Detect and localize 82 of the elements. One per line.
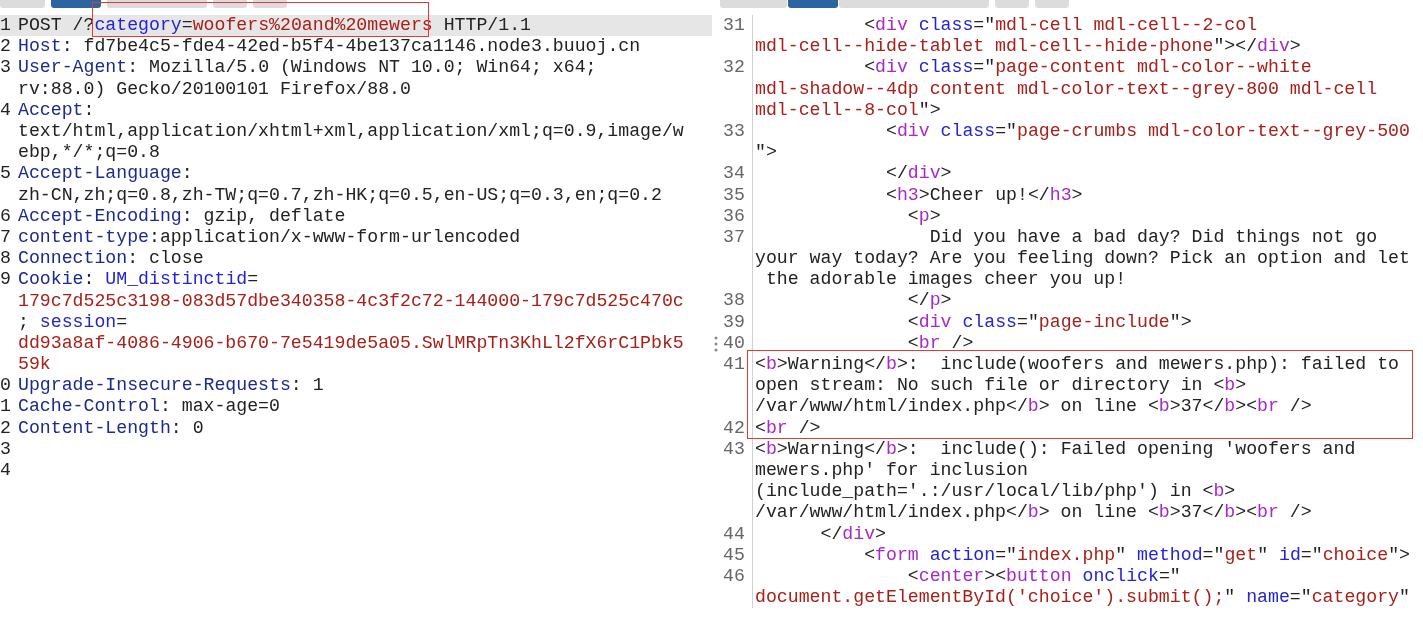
code-line: content-type:application/x-www-form-urlencoded	[18, 226, 521, 249]
code-line: <h3>Cheer up!</h3>	[884, 184, 1083, 206]
line-number: 37	[723, 226, 745, 247]
line-number: 43	[723, 438, 745, 459]
code-line: <div class="page-include">	[906, 311, 1192, 333]
line-number: 4	[0, 460, 11, 481]
code-line: </div>	[819, 523, 886, 545]
line-number: 33	[723, 120, 745, 141]
line-number: 38	[723, 290, 745, 311]
code-line: <b>Warning</b>: include(): Failed opening 'woofers and	[755, 438, 1356, 461]
line-number: 8	[0, 248, 11, 269]
code-line: Did you have a bad day? Did things not go	[928, 226, 1378, 249]
tab[interactable]	[51, 0, 101, 8]
code-line: 179c7d525c3198-083d57dbe340358-4c3f2c72-144000-179c7d525c470c	[18, 290, 684, 312]
code-line: mdl-cell--hide-tablet mdl-cell--hide-phone"></div>	[755, 36, 1301, 58]
code-line: dd93a8af-4086-4906-b670-7e5419de5a05.SwlMRpTn3KhLl2fX6rC1Pbk5	[18, 332, 684, 355]
line-number: 1	[0, 396, 11, 417]
code-line: Cookie: UM_distinctid=	[18, 269, 259, 291]
code-line: </div>	[884, 163, 952, 185]
code-line: /var/www/html/index.php</b> on line <b>37</b><br />	[755, 502, 1312, 524]
line-number: 9	[0, 269, 11, 290]
line-number: 2	[0, 36, 11, 57]
code-line: <div class="page-crumbs mdl-color-text--grey-500	[884, 120, 1410, 143]
line-number: 3	[0, 57, 11, 78]
line-number: 32	[723, 57, 745, 78]
code-line: (include_path='.:/usr/local/lib/php') in <b>	[755, 481, 1236, 503]
line-number: 42	[723, 417, 745, 438]
code-line: ; session=	[18, 311, 128, 333]
code-line: User-Agent: Mozilla/5.0 (Windows NT 10.0; Win64; x64;	[18, 57, 597, 79]
line-number: 39	[723, 311, 745, 332]
code-line: open stream: No such file or directory in <b>	[755, 375, 1247, 397]
line-number: 31	[723, 15, 745, 35]
code-line: </p>	[906, 290, 952, 312]
line-number: 34	[723, 163, 745, 184]
tab[interactable]	[213, 0, 247, 8]
line-number: 3	[0, 438, 11, 459]
code-line: <center><button onclick="	[906, 566, 1181, 588]
code-line: <b>Warning</b>: include(woofers and mewers.php): failed to	[755, 354, 1399, 376]
line-number: 36	[723, 205, 745, 226]
code-line: document.getElementById('choice').submit();" name="category"	[755, 587, 1410, 609]
code-line: ebp,*/*;q=0.8	[18, 142, 160, 164]
code-line: Host: fd7be4c5-fde4-42ed-b5f4-4be137ca1146.node3.buuoj.cn	[18, 36, 641, 58]
code-line: Accept-Encoding: gzip, deflate	[18, 205, 346, 227]
line-number: 35	[723, 184, 745, 205]
code-line: <br />	[755, 417, 821, 439]
code-line: <div class="page-content mdl-color--white	[863, 57, 1312, 79]
code-line: <form action="index.php" method="get" id="choice">	[863, 544, 1411, 566]
code-line: rv:88.0) Gecko/20100101 Firefox/88.0	[18, 78, 411, 100]
code-line: /var/www/html/index.php</b> on line <b>37</b><br />	[755, 396, 1312, 418]
code-line: Accept-Language:	[18, 163, 193, 185]
code-line: the adorable images cheer you up!	[764, 269, 1127, 291]
code-line: Cache-Control: max-age=0	[18, 396, 280, 418]
line-number: 6	[0, 205, 11, 226]
code-line: <div class="mdl-cell mdl-cell--2-col	[863, 15, 1258, 37]
drag-handle-icon[interactable]	[714, 336, 718, 352]
code-line: Connection: close	[18, 248, 204, 270]
code-line: <br />	[906, 332, 974, 355]
code-line: Content-Length: 0	[18, 417, 204, 439]
tab[interactable]	[253, 0, 287, 8]
code-line: ">	[755, 142, 777, 164]
line-number: 46	[723, 566, 745, 586]
line-number: 5	[0, 163, 11, 184]
code-line: mdl-shadow--4dp content mdl-color-text--grey-800 mdl-cell	[755, 78, 1378, 100]
code-line: Upgrade-Insecure-Requests: 1	[18, 375, 324, 397]
line-number: 0	[0, 375, 11, 396]
line-number: 7	[0, 226, 11, 247]
code-line: your way today? Are you feeling down? Pick an option and let	[755, 248, 1410, 270]
code-line: zh-CN,zh;q=0.8,zh-TW;q=0.7,zh-HK;q=0.5,en-US;q=0.3,en;q=0.2	[18, 184, 662, 206]
line-number: 4	[0, 99, 11, 120]
line-number: 45	[723, 544, 745, 565]
line-number: 2	[0, 417, 11, 438]
tab[interactable]	[107, 0, 207, 8]
code-line: mewers.php' for inclusion	[755, 460, 1028, 482]
code-line: text/html,application/xhtml+xml,application/xml;q=0.9,image/w	[18, 120, 684, 143]
code-line: 59k	[18, 354, 51, 376]
code-line: mdl-cell--8-col">	[755, 99, 941, 121]
line-number: 1	[0, 15, 11, 35]
line-number: 41	[723, 354, 745, 375]
line-number: 44	[723, 523, 745, 544]
code-line: Accept:	[18, 99, 95, 121]
code-line: <p>	[906, 205, 941, 227]
line-number: 40	[723, 332, 745, 353]
